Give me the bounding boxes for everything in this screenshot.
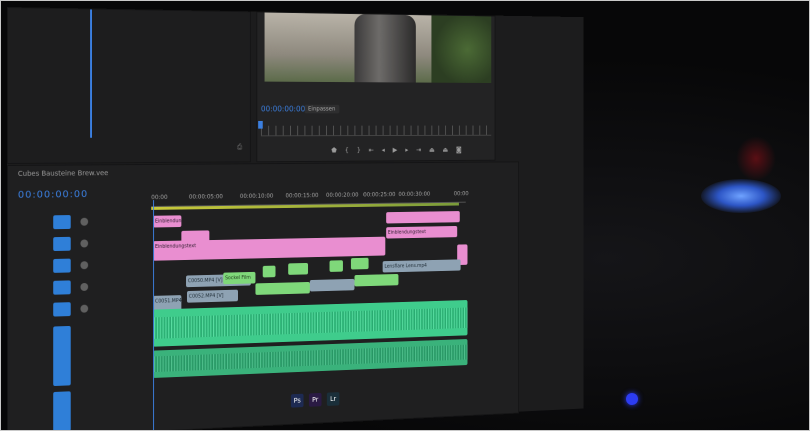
mark-out-icon[interactable]: } bbox=[357, 146, 361, 154]
ruler-tick: 00:00:15:00 bbox=[285, 192, 319, 200]
ruler-tick: 00:00:10:00 bbox=[239, 192, 274, 200]
audio-waveform bbox=[153, 307, 468, 340]
photoshop-icon[interactable]: Ps bbox=[290, 393, 304, 408]
audio-waveform bbox=[153, 344, 468, 373]
taskbar: Ps Pr Lr bbox=[290, 392, 340, 408]
ruler-tick: 00:00:05:00 bbox=[188, 193, 223, 201]
lock-icon[interactable] bbox=[80, 261, 89, 270]
lightroom-icon[interactable]: Lr bbox=[326, 392, 340, 406]
program-monitor-panel: 00:00:00:00 Einpassen ⬟ { } ⇤ ◂ ▶ ▸ ⇥ ⏏ … bbox=[256, 11, 496, 163]
video-clip[interactable] bbox=[288, 262, 309, 275]
lift-icon[interactable]: ⏏ bbox=[429, 146, 435, 153]
ruler-tick: 00:00:25:00 bbox=[363, 191, 396, 199]
track-headers bbox=[47, 214, 143, 430]
track-target-v3[interactable] bbox=[53, 236, 71, 252]
video-foliage bbox=[431, 15, 492, 84]
ruler-tick: 00:00:30:00 bbox=[398, 190, 431, 198]
source-monitor-panel: ⎙ bbox=[7, 7, 251, 164]
ruler-tick: 00:00:20:00 bbox=[325, 191, 359, 199]
audio-clip-a1[interactable] bbox=[153, 300, 468, 347]
lock-icon[interactable] bbox=[80, 239, 89, 248]
ruler-tick: 00:00 bbox=[453, 190, 469, 198]
lock-icon[interactable] bbox=[80, 282, 89, 292]
timeline-timecode[interactable]: 00:00:00:00 bbox=[18, 189, 88, 201]
play-icon[interactable]: ▶ bbox=[393, 146, 398, 154]
video-clip[interactable]: Einblendungstext bbox=[153, 215, 182, 228]
camera-icon[interactable]: ◙ bbox=[456, 146, 462, 153]
background-light-blue bbox=[701, 179, 781, 213]
video-clip[interactable]: C0052.MP4 [V] bbox=[186, 289, 239, 303]
timeline-playhead[interactable] bbox=[153, 200, 155, 430]
video-clip[interactable] bbox=[350, 257, 369, 270]
program-playhead[interactable] bbox=[258, 120, 263, 129]
video-clip[interactable] bbox=[329, 260, 343, 272]
video-clip[interactable]: Lensflare Lens.mp4 bbox=[382, 259, 461, 273]
video-clip[interactable] bbox=[386, 211, 460, 224]
transport-controls: ⬟ { } ⇤ ◂ ▶ ▸ ⇥ ⏏ ⏏ ◙ bbox=[331, 146, 461, 154]
video-clip[interactable]: Sockel Film bbox=[223, 271, 256, 285]
video-clip[interactable] bbox=[262, 265, 276, 278]
video-clip[interactable] bbox=[309, 278, 355, 292]
background-light-red bbox=[736, 136, 776, 181]
track-target-a1[interactable] bbox=[53, 325, 71, 387]
step-forward-icon[interactable]: ▸ bbox=[405, 146, 408, 154]
lock-icon[interactable] bbox=[80, 304, 89, 313]
go-to-in-icon[interactable]: ⇤ bbox=[369, 146, 374, 154]
track-target-v2[interactable] bbox=[53, 258, 71, 273]
step-back-icon[interactable]: ◂ bbox=[382, 146, 385, 154]
program-timecode[interactable]: 00:00:00:00 bbox=[261, 105, 305, 114]
premiere-icon[interactable]: Pr bbox=[308, 392, 322, 407]
track-target-a2[interactable] bbox=[53, 391, 71, 430]
mark-in-icon[interactable]: { bbox=[345, 146, 349, 154]
sequence-tab[interactable]: Cubes Bausteine Brew.vee bbox=[18, 169, 108, 178]
source-playhead[interactable] bbox=[90, 9, 93, 138]
extract-icon[interactable]: ⏏ bbox=[442, 146, 448, 153]
program-scrubber[interactable] bbox=[260, 125, 492, 137]
marker-icon[interactable]: ⬟ bbox=[331, 147, 336, 155]
track-target-v0[interactable] bbox=[53, 302, 71, 317]
monitor-screen: ⎙ 00:00:00:00 Einpassen ⬟ { } ⇤ ◂ ▶ ▸ ⇥ … bbox=[7, 7, 584, 430]
export-frame-icon[interactable]: ⎙ bbox=[237, 143, 242, 152]
video-clip[interactable] bbox=[354, 273, 399, 287]
program-video-frame bbox=[264, 12, 492, 84]
go-to-out-icon[interactable]: ⇥ bbox=[416, 146, 421, 154]
video-clip[interactable] bbox=[255, 281, 310, 295]
timeline-panel: Cubes Bausteine Brew.vee 00:00:00:00 00:… bbox=[7, 161, 520, 430]
video-clip[interactable]: Einblendungstext bbox=[153, 236, 386, 261]
fit-dropdown[interactable]: Einpassen bbox=[304, 104, 339, 114]
photo-frame: ⎙ 00:00:00:00 Einpassen ⬟ { } ⇤ ◂ ▶ ▸ ⇥ … bbox=[0, 0, 810, 431]
video-clip[interactable]: Einblendungstext bbox=[386, 225, 458, 239]
lock-icon[interactable] bbox=[80, 217, 89, 226]
power-led bbox=[626, 393, 638, 405]
track-target-v4[interactable] bbox=[53, 215, 71, 230]
track-target-v1[interactable] bbox=[53, 280, 71, 295]
video-subject bbox=[354, 14, 416, 83]
